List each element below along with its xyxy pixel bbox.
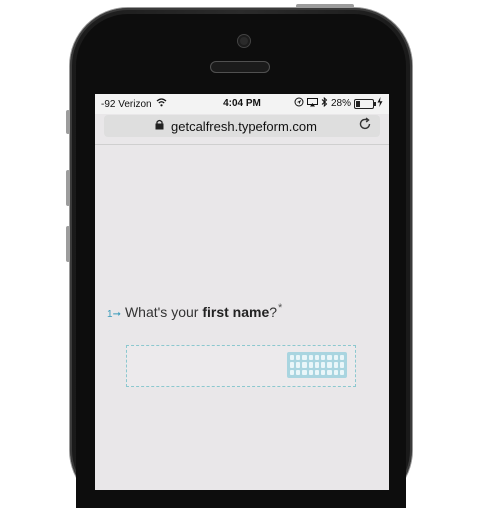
phone-screen: -92 Verizon 4:04 PM 28% getcalfresh.type… xyxy=(95,94,389,490)
status-right: 28% xyxy=(294,96,383,110)
bluetooth-icon xyxy=(321,96,328,110)
front-camera xyxy=(238,35,250,47)
power-button xyxy=(296,4,354,8)
battery-icon xyxy=(354,98,376,109)
url-text: getcalfresh.typeform.com xyxy=(171,119,317,134)
mute-switch xyxy=(66,110,70,134)
keyboard-icon xyxy=(287,352,347,378)
volume-up-button xyxy=(66,170,70,206)
reload-icon[interactable] xyxy=(358,117,372,135)
first-name-input[interactable] xyxy=(126,345,356,387)
screen-mirror-icon xyxy=(306,97,318,110)
location-icon xyxy=(294,97,304,110)
arrow-icon: ➞ xyxy=(112,309,121,320)
status-bar: -92 Verizon 4:04 PM 28% xyxy=(95,94,389,114)
form-question: 1➞ What's your first name?* xyxy=(107,302,377,320)
question-bold: first name xyxy=(202,304,270,320)
address-bar[interactable]: getcalfresh.typeform.com xyxy=(104,115,380,137)
required-mark: * xyxy=(278,302,283,314)
charging-icon xyxy=(377,97,383,110)
battery-fill xyxy=(356,100,361,107)
lock-icon xyxy=(155,119,164,133)
earpiece-speaker xyxy=(210,61,270,73)
volume-down-button xyxy=(66,226,70,262)
question-number: 1➞ xyxy=(107,309,121,320)
battery-percent: 28% xyxy=(330,98,351,109)
header-divider xyxy=(95,144,389,145)
question-prefix: What's your xyxy=(124,304,203,320)
question-suffix: ? xyxy=(269,304,278,320)
